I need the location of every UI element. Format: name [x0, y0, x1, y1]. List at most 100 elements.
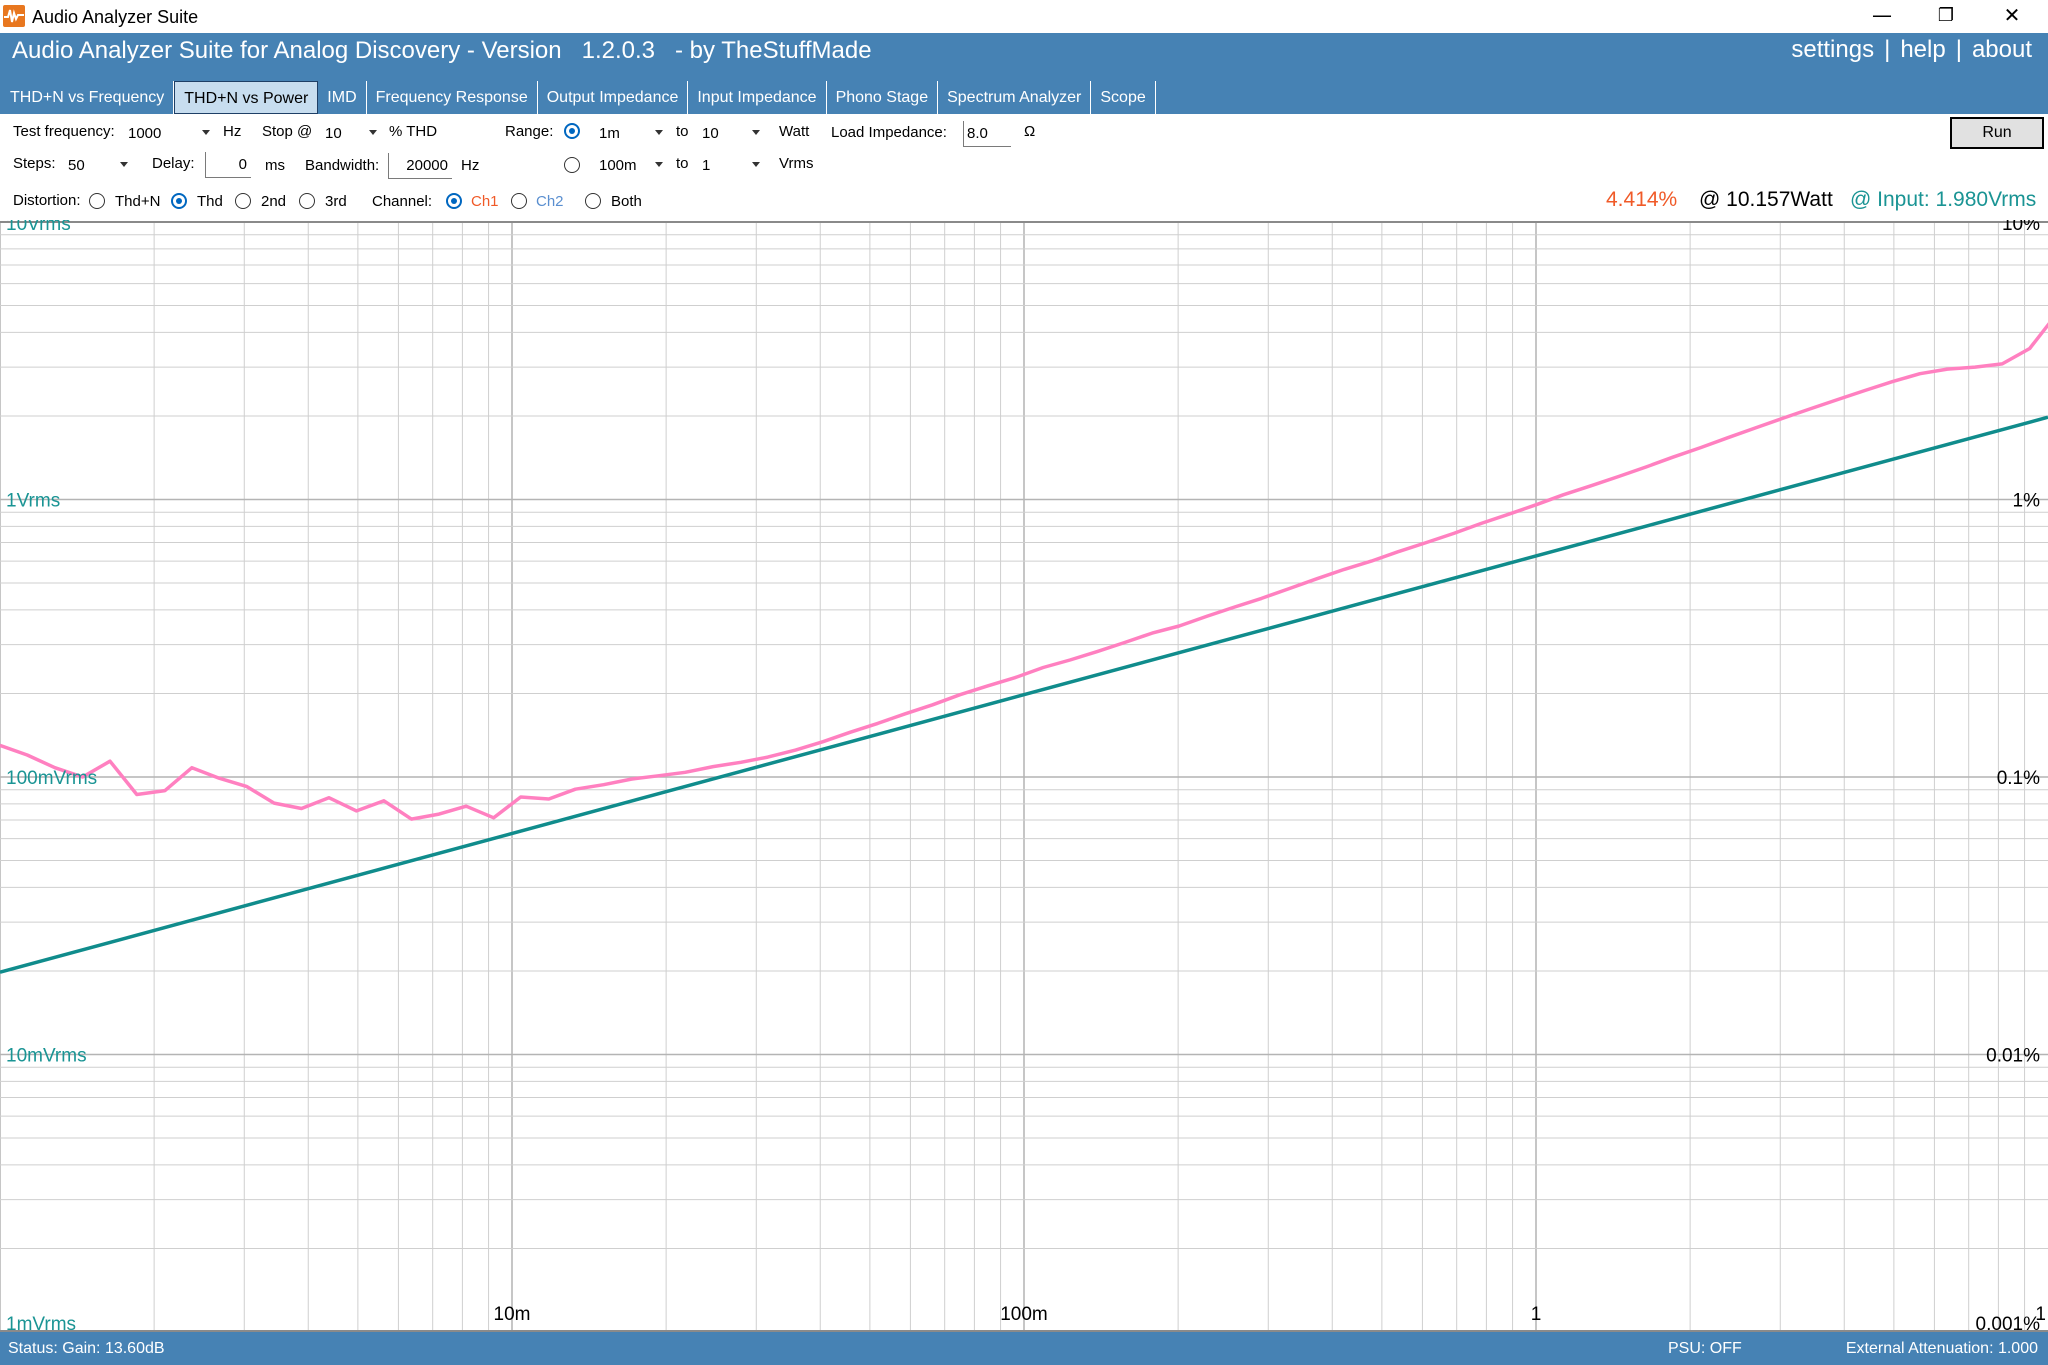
steps-select[interactable]: 50 [66, 153, 132, 179]
ms-unit: ms [265, 157, 285, 174]
distortion-3rd-label: 3rd [325, 193, 347, 210]
chevron-down-icon [752, 162, 760, 167]
range-watt-radio[interactable] [564, 123, 580, 139]
channel-both-label: Both [611, 193, 642, 210]
window-titlebar: Audio Analyzer Suite — ❐ ✕ [0, 0, 2048, 33]
distortion-2nd-radio[interactable] [235, 193, 251, 209]
window-title: Audio Analyzer Suite [32, 7, 199, 27]
range-watt-to-value: 10 [702, 125, 719, 142]
input-readout: @ Input: 1.980Vrms [1850, 188, 2037, 211]
chevron-down-icon [752, 130, 760, 135]
y-right-tick-label: 0.1% [1997, 768, 2040, 789]
range-vrms-to-select[interactable]: 1 [700, 153, 764, 179]
thd-unit: % THD [389, 123, 438, 140]
close-button[interactable]: ✕ [1980, 0, 2044, 33]
power-readout: @ 10.157Watt [1699, 188, 1833, 211]
range-watt-to-select[interactable]: 10 [700, 121, 764, 147]
chart-canvas: 10Vrms 1Vrms 100mVrms 10mVrms 1mVrms 10% 1% 0.1… [0, 214, 2048, 1335]
channel-ch1-radio[interactable] [446, 193, 462, 209]
steps-value: 50 [68, 157, 85, 174]
test-frequency-value: 1000 [128, 125, 162, 142]
y-left-tick-label: 1mVrms [6, 1314, 76, 1332]
thd-vs-power-chart: 10Vrms 1Vrms 100mVrms 10mVrms 1mVrms 10% 1% 0.1… [0, 214, 2048, 1335]
distortion-thd-label: Thd [197, 193, 223, 210]
range-vrms-from-select[interactable]: 100m [597, 153, 667, 179]
distortion-thdn-label: Thd+N [115, 193, 161, 210]
bandwidth-unit: Hz [461, 157, 480, 174]
chevron-down-icon [120, 162, 128, 167]
external-attenuation: External Attenuation: 1.000 [1845, 1340, 2038, 1357]
settings-link[interactable]: settings [1791, 36, 1874, 63]
distortion-label: Distortion: [13, 192, 81, 209]
range-vrms-to-value: 1 [702, 157, 711, 174]
tab-imd[interactable]: IMD [318, 81, 367, 114]
distortion-2nd-label: 2nd [261, 193, 287, 210]
tab-input-impedance[interactable]: Input Impedance [688, 81, 827, 114]
to-label: to [676, 123, 689, 140]
tab-bar: THD+N vs Frequency THD+N vs Power IMD Fr… [1, 81, 1156, 114]
y-right-tick-label: 0.001% [1976, 1314, 2041, 1332]
chevron-down-icon [202, 130, 210, 135]
x-tick-label: 1 [1531, 1304, 1542, 1325]
distortion-3rd-radio[interactable] [299, 193, 315, 209]
distortion-thd-radio[interactable] [171, 193, 187, 209]
range-vrms-from-value: 100m [599, 157, 637, 174]
y-right-tick-label: 1% [2013, 491, 2041, 512]
stop-thd-value: 10 [325, 125, 342, 142]
chevron-down-icon [369, 130, 377, 135]
channel-both-radio[interactable] [585, 193, 601, 209]
nav-separator: | [1955, 36, 1962, 63]
status-bar: Status: Gain: 13.60dB PSU: OFF External … [0, 1332, 2048, 1365]
channel-label: Channel: [372, 193, 433, 210]
restore-button[interactable]: ❐ [1914, 0, 1978, 33]
ohm-unit: Ω [1024, 123, 1036, 140]
delay-input[interactable]: 0 [205, 152, 251, 178]
minimize-button[interactable]: — [1850, 0, 1914, 33]
range-watt-from-value: 1m [599, 125, 620, 142]
tab-scope[interactable]: Scope [1091, 81, 1156, 114]
nav-separator: | [1884, 36, 1891, 63]
y-right-tick-label: 10% [2002, 220, 2040, 235]
run-button[interactable]: Run [1950, 117, 2044, 149]
tab-spectrum-analyzer[interactable]: Spectrum Analyzer [938, 81, 1092, 114]
tab-thdn-vs-power[interactable]: THD+N vs Power [174, 81, 319, 114]
channel-ch2-label: Ch2 [536, 193, 564, 210]
bandwidth-input[interactable]: 20000 [388, 153, 452, 179]
x-tick-label: 100m [1000, 1304, 1048, 1325]
stop-thd-select[interactable]: 10 [323, 121, 381, 147]
y-left-tick-label: 100mVrms [6, 768, 97, 789]
test-frequency-select[interactable]: 1000 [126, 121, 214, 147]
hz-unit: Hz [223, 123, 242, 140]
app-header: Audio Analyzer Suite for Analog Discover… [0, 33, 2048, 114]
tab-thdn-vs-frequency[interactable]: THD+N vs Frequency [1, 81, 175, 114]
watt-unit: Watt [779, 123, 810, 140]
test-frequency-label: Test frequency: [13, 123, 115, 140]
stop-label: Stop @ [262, 123, 313, 140]
tab-output-impedance[interactable]: Output Impedance [538, 81, 689, 114]
range-label: Range: [505, 123, 554, 140]
delay-label: Delay: [152, 155, 195, 172]
app-waveform-icon [3, 5, 25, 27]
tab-frequency-response[interactable]: Frequency Response [367, 81, 538, 114]
thd-readout: 4.414% [1606, 188, 1678, 211]
bandwidth-label: Bandwidth: [305, 157, 380, 174]
y-left-tick-label: 1Vrms [6, 491, 60, 512]
help-link[interactable]: help [1900, 36, 1945, 63]
channel-ch1-label: Ch1 [471, 193, 499, 210]
range-watt-from-select[interactable]: 1m [597, 121, 667, 147]
x-tick-label: 1 [2035, 1304, 2046, 1325]
app-heading: Audio Analyzer Suite for Analog Discover… [12, 37, 872, 64]
chevron-down-icon [655, 162, 663, 167]
channel-ch2-radio[interactable] [511, 193, 527, 209]
range-vrms-radio[interactable] [564, 157, 580, 173]
load-impedance-input[interactable]: 8.0 [963, 121, 1011, 147]
distortion-thdn-radio[interactable] [89, 193, 105, 209]
tab-phono-stage[interactable]: Phono Stage [827, 81, 939, 114]
y-right-tick-label: 0.01% [1986, 1046, 2040, 1067]
y-left-tick-label: 10Vrms [6, 220, 71, 235]
status-gain: Status: Gain: 13.60dB [8, 1340, 165, 1357]
y-left-tick-label: 10mVrms [6, 1046, 87, 1067]
psu-status: PSU: OFF [1668, 1340, 1742, 1357]
load-impedance-label: Load Impedance: [831, 124, 947, 141]
about-link[interactable]: about [1972, 36, 2032, 63]
